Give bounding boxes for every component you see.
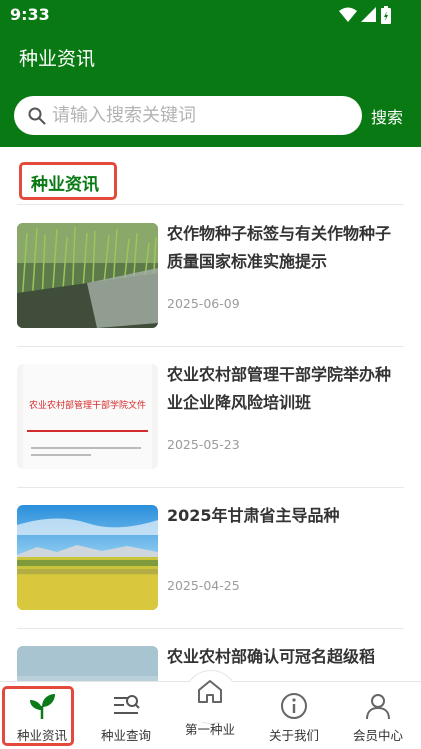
document-red-rule	[27, 430, 148, 432]
battery-icon	[381, 6, 391, 24]
divider	[17, 204, 404, 205]
page-title: 种业资讯	[19, 48, 96, 70]
news-content[interactable]: 种业资讯 农作物种子标签与有关作物种子质量国家标准实施提示 2025-06-09…	[0, 147, 421, 681]
tab-label: 种业资讯	[16, 728, 67, 743]
tab-home[interactable]: 第一种业	[168, 680, 252, 749]
bottom-tab-bar: 种业资讯 种业查询 第一种业 关于我们 会员中心	[0, 670, 421, 749]
search-button[interactable]: 搜索	[371, 104, 403, 128]
wifi-icon	[339, 7, 357, 22]
sprout-icon	[30, 694, 55, 719]
field-landscape-photo	[17, 505, 158, 610]
landscape-photo	[17, 646, 158, 681]
news-item[interactable]: 农作物种子标签与有关作物种子质量国家标准实施提示 2025-06-09	[17, 206, 404, 347]
news-date: 2025-06-09	[167, 296, 240, 311]
tab-member[interactable]: 会员中心	[336, 682, 420, 749]
status-bar: 9:33	[0, 0, 421, 30]
news-title: 2025年甘肃省主导品种	[167, 506, 340, 525]
news-title: 农业农村部确认可冠名超级稻	[167, 647, 376, 666]
document-heading: 农业农村部管理干部学院文件	[28, 401, 146, 411]
tab-about[interactable]: 关于我们	[252, 682, 336, 749]
news-thumbnail	[17, 223, 158, 328]
document-text-line	[31, 447, 141, 449]
news-item[interactable]: 2025年甘肃省主导品种 2025-04-25	[17, 488, 404, 629]
tab-label: 会员中心	[352, 728, 403, 743]
news-title: 农作物种子标签与有关作物种子质量国家标准实施提示	[167, 224, 392, 271]
tab-news[interactable]: 种业资讯	[0, 682, 84, 749]
search-box[interactable]	[14, 96, 362, 135]
info-icon	[281, 693, 307, 719]
status-time: 9:33	[10, 5, 50, 24]
news-thumbnail	[17, 646, 158, 681]
status-icons	[339, 6, 391, 24]
news-thumbnail: 农业农村部管理干部学院文件	[17, 364, 158, 469]
news-item[interactable]: 农业农村部管理干部学院文件 农业农村部管理干部学院举办种业企业降风险培训班 20…	[17, 347, 404, 488]
app-header: 9:33 种业资讯 搜索	[0, 0, 421, 147]
seedling-tray-photo	[17, 223, 158, 328]
section-title-frame: 种业资讯	[19, 162, 117, 200]
search-input[interactable]	[52, 105, 342, 126]
tab-label: 种业查询	[100, 728, 151, 743]
news-date: 2025-04-25	[167, 578, 240, 593]
document-text-line	[31, 454, 91, 456]
document-photo: 农业农村部管理干部学院文件	[23, 364, 152, 469]
tab-label: 第一种业	[184, 722, 235, 737]
news-thumbnail	[17, 505, 158, 610]
home-icon	[198, 680, 222, 703]
tab-query[interactable]: 种业查询	[84, 682, 168, 749]
section-title: 种业资讯	[31, 175, 99, 195]
signal-icon	[361, 7, 376, 22]
user-icon	[366, 694, 390, 720]
tab-label: 关于我们	[268, 728, 319, 743]
search-icon	[28, 107, 46, 124]
news-date: 2025-05-23	[167, 437, 240, 452]
news-title: 农业农村部管理干部学院举办种业企业降风险培训班	[167, 365, 392, 412]
search-list-icon	[114, 695, 140, 714]
